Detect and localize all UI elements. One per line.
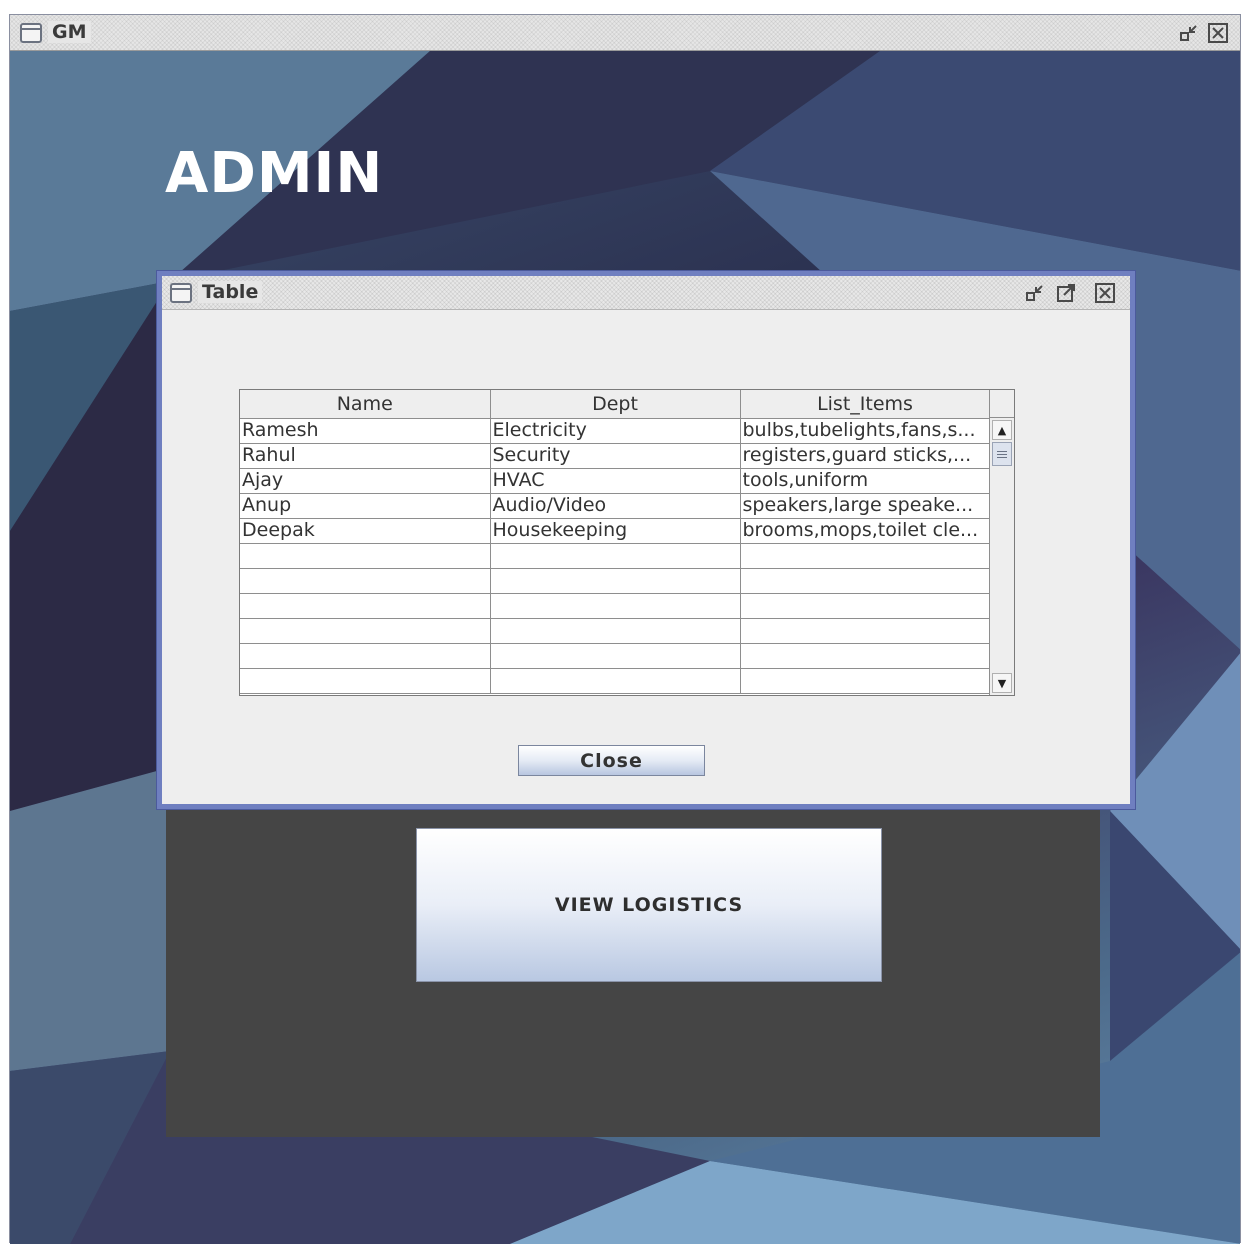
table-cell[interactable]: speakers,large speake... — [739, 492, 991, 519]
main-window-title: GM — [48, 21, 91, 43]
table-cell[interactable] — [489, 592, 741, 619]
table-row[interactable] — [240, 542, 991, 569]
close-icon[interactable] — [1207, 22, 1229, 44]
table-row[interactable] — [240, 567, 991, 594]
close-button[interactable]: Close — [518, 745, 705, 776]
column-header-list-items[interactable]: List_Items — [739, 390, 991, 419]
dialog-title: Table — [198, 281, 263, 303]
table-row[interactable] — [240, 642, 991, 669]
table-cell[interactable]: Electricity — [489, 417, 741, 444]
table-cell[interactable] — [240, 642, 491, 669]
dialog-maximize-icon[interactable] — [1055, 282, 1077, 304]
table-row[interactable] — [240, 617, 991, 644]
table-cell[interactable]: HVAC — [489, 467, 741, 494]
data-table-container: Name Dept List_Items Ramesh Electricity … — [239, 389, 1015, 696]
table-cell[interactable] — [739, 617, 991, 644]
table-row[interactable]: Ajay HVAC tools,uniform — [240, 467, 991, 494]
view-logistics-button[interactable]: VIEW LOGISTICS — [416, 828, 882, 982]
table-cell[interactable] — [240, 567, 491, 594]
data-table: Name Dept List_Items Ramesh Electricity … — [240, 390, 991, 694]
table-cell[interactable] — [240, 617, 491, 644]
minimize-restore-icon[interactable] — [1178, 22, 1200, 44]
table-cell[interactable]: Ramesh — [240, 417, 491, 444]
dialog-titlebar[interactable]: Table — [162, 276, 1130, 310]
table-cell[interactable]: Ajay — [240, 467, 491, 494]
table-cell[interactable] — [739, 592, 991, 619]
table-cell[interactable]: tools,uniform — [739, 467, 991, 494]
admin-background: ADMIN VIEW LOGISTICS Table Name Dept Lis… — [10, 51, 1240, 1244]
table-cell[interactable]: Deepak — [240, 517, 491, 544]
table-cell[interactable] — [739, 667, 991, 694]
table-cell[interactable] — [489, 542, 741, 569]
table-cell[interactable]: Anup — [240, 492, 491, 519]
dialog-close-icon[interactable] — [1094, 282, 1116, 304]
table-row[interactable]: Ramesh Electricity bulbs,tubelights,fans… — [240, 417, 991, 444]
table-cell[interactable] — [240, 542, 491, 569]
column-header-name[interactable]: Name — [240, 390, 491, 419]
table-cell[interactable] — [739, 567, 991, 594]
table-cell[interactable] — [489, 667, 741, 694]
table-row[interactable] — [240, 667, 991, 694]
table-cell[interactable]: bulbs,tubelights,fans,s... — [739, 417, 991, 444]
dialog-iconify-icon[interactable] — [1024, 282, 1046, 304]
admin-panel: VIEW LOGISTICS — [166, 791, 1100, 1137]
table-cell[interactable] — [739, 642, 991, 669]
scroll-up-arrow-icon[interactable]: ▲ — [992, 420, 1012, 440]
table-cell[interactable]: Audio/Video — [489, 492, 741, 519]
table-header-corner — [989, 390, 1014, 418]
table-cell[interactable]: registers,guard sticks,... — [739, 442, 991, 469]
table-cell[interactable] — [489, 567, 741, 594]
dialog-window-icon — [170, 283, 192, 303]
table-cell[interactable] — [489, 617, 741, 644]
table-header-row: Name Dept List_Items — [240, 390, 991, 419]
table-cell[interactable]: Rahul — [240, 442, 491, 469]
admin-heading: ADMIN — [165, 141, 384, 206]
table-row[interactable] — [240, 592, 991, 619]
table-dialog: Table Name Dept List_Items Ramesh Electr… — [156, 270, 1136, 810]
table-row[interactable]: Rahul Security registers,guard sticks,..… — [240, 442, 991, 469]
table-cell[interactable] — [240, 667, 491, 694]
column-header-dept[interactable]: Dept — [489, 390, 741, 419]
table-cell[interactable] — [489, 642, 741, 669]
table-cell[interactable]: Security — [489, 442, 741, 469]
scroll-thumb[interactable] — [992, 442, 1012, 466]
table-cell[interactable]: brooms,mops,toilet cle... — [739, 517, 991, 544]
table-dialog-content: Table Name Dept List_Items Ramesh Electr… — [162, 276, 1130, 804]
table-vertical-scrollbar[interactable]: ▲ ▼ — [989, 418, 1014, 695]
table-cell[interactable] — [739, 542, 991, 569]
scroll-down-arrow-icon[interactable]: ▼ — [992, 673, 1012, 693]
table-row[interactable]: Deepak Housekeeping brooms,mops,toilet c… — [240, 517, 991, 544]
table-row[interactable]: Anup Audio/Video speakers,large speake..… — [240, 492, 991, 519]
main-window: GM ADMIN VIEW LOGISTICS Table Name Dept … — [9, 14, 1241, 1244]
main-titlebar[interactable]: GM — [10, 15, 1240, 51]
table-cell[interactable]: Housekeeping — [489, 517, 741, 544]
window-icon — [20, 23, 42, 43]
table-cell[interactable] — [240, 592, 491, 619]
